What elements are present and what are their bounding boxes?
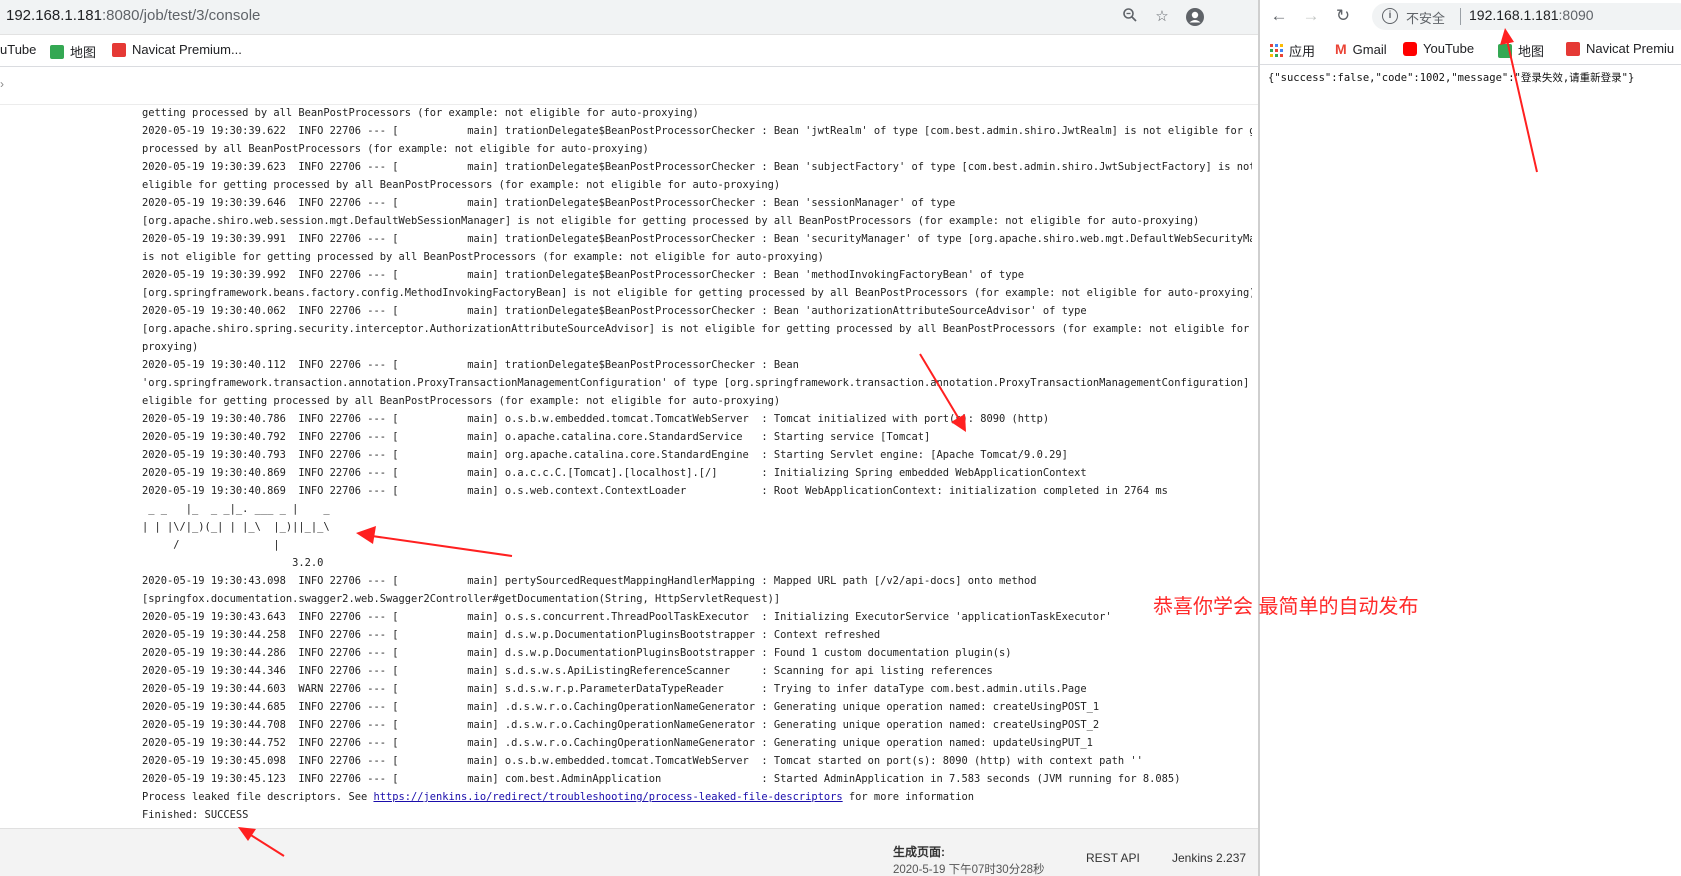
console-line: 2020-05-19 19:30:44.346 INFO 22706 --- […	[142, 665, 993, 677]
rest-api-link[interactable]: REST API	[1086, 851, 1140, 865]
console-line: 3.2.0	[142, 557, 324, 569]
console-line: 2020-05-19 19:30:40.793 INFO 22706 --- […	[142, 449, 1068, 461]
console-line: 2020-05-19 19:30:40.112 INFO 22706 --- […	[142, 359, 799, 371]
console-line: _ _ |_ _ _|_. ___ _ | _	[142, 503, 330, 515]
bookmark-gmail[interactable]: M Gmail	[1335, 41, 1387, 57]
console-line: | | |\/|_)(_| | |_\ |_)||_|_\	[142, 521, 330, 533]
console-line: / |	[142, 539, 280, 551]
console-line: [org.apache.shiro.web.session.mgt.Defaul…	[142, 215, 1200, 227]
bookmark-label: 应用	[1289, 44, 1316, 59]
star-icon[interactable]: ☆	[1152, 7, 1172, 27]
console-line: 2020-05-19 19:30:44.258 INFO 22706 --- […	[142, 629, 881, 641]
jenkins-version-link[interactable]: Jenkins 2.237	[1172, 851, 1246, 865]
console-line: eligible for getting processed by all Be…	[142, 395, 781, 407]
bookmark-label: 地图	[1518, 44, 1545, 59]
console-line: [org.springframework.beans.factory.confi…	[142, 287, 1252, 299]
reload-icon[interactable]: ↻	[1332, 5, 1354, 27]
console-line: [org.apache.shiro.spring.security.interc…	[142, 323, 1252, 335]
console-line: proxying)	[142, 341, 199, 353]
console-line: eligible for getting processed by all Be…	[142, 179, 781, 191]
console-line: 2020-05-19 19:30:44.603 WARN 22706 --- […	[142, 683, 1087, 695]
apps-grid-icon	[1270, 44, 1283, 57]
console-line: 2020-05-19 19:30:44.286 INFO 22706 --- […	[142, 647, 1012, 659]
youtube-icon	[1403, 41, 1417, 56]
maps-icon	[50, 44, 64, 59]
omnibox-separator	[1460, 8, 1461, 25]
console-line: is not eligible for getting processed by…	[142, 251, 824, 263]
console-line: getting processed by all BeanPostProcess…	[142, 107, 699, 119]
console-line: 2020-05-19 19:30:40.792 INFO 22706 --- […	[142, 431, 931, 443]
left-address-bar[interactable]: 192.168.1.181:8080/job/test/3/console ☆	[0, 0, 1258, 35]
insecure-label: 不安全	[1406, 11, 1446, 26]
jenkins-footer: 生成页面: 2020-5-19 下午07时30分28秒 REST API Jen…	[0, 828, 1258, 876]
console-line: 2020-05-19 19:30:40.786 INFO 22706 --- […	[142, 413, 1050, 425]
left-url-host: 192.168.1.181	[6, 7, 102, 24]
leaked-descriptors-link[interactable]: https://jenkins.io/redirect/troubleshoot…	[373, 791, 842, 803]
bookmark-maps[interactable]: 地图	[1498, 41, 1544, 60]
console-line: 2020-05-19 19:30:39.646 INFO 22706 --- […	[142, 197, 956, 209]
console-line: 2020-05-19 19:30:45.098 INFO 22706 --- […	[142, 755, 1143, 767]
forward-icon[interactable]: →	[1300, 5, 1322, 27]
caption-text: 恭喜你学会 最简单的自动发布	[1153, 596, 1419, 618]
generated-label: 生成页面:	[893, 845, 945, 859]
bookmark-youtube[interactable]: YouTube	[1403, 41, 1474, 56]
console-line: 'org.springframework.transaction.annotat…	[142, 377, 1252, 389]
side-panel-toggle-icon[interactable]: ›	[0, 77, 4, 91]
left-url-path: :8080/job/test/3/console	[101, 7, 261, 24]
bookmark-label: Navicat Premiu	[1586, 41, 1675, 56]
bookmark-label: 地图	[70, 45, 97, 60]
profile-icon[interactable]	[1185, 7, 1205, 27]
bookmark-label: Gmail	[1352, 41, 1387, 57]
generated-date: 2020-5-19 下午07时30分28秒	[893, 864, 1045, 876]
json-response: {"success":false,"code":1002,"message":"…	[1268, 72, 1635, 84]
navicat-icon	[112, 42, 126, 57]
bookmark-youtube[interactable]: uTube	[0, 42, 36, 57]
console-line: 2020-05-19 19:30:43.098 INFO 22706 --- […	[142, 575, 1037, 587]
right-url-text[interactable]: 192.168.1.181:8090	[1469, 7, 1594, 23]
left-browser-window: 192.168.1.181:8080/job/test/3/console ☆ …	[0, 0, 1258, 876]
right-url-host: 192.168.1.181	[1469, 7, 1559, 23]
back-icon[interactable]: ←	[1268, 5, 1290, 27]
bookmark-navicat[interactable]: Navicat Premium...	[112, 42, 242, 57]
console-line: 2020-05-19 19:30:39.623 INFO 22706 --- […	[142, 161, 1252, 173]
console-line: 2020-05-19 19:30:39.992 INFO 22706 --- […	[142, 269, 1025, 281]
console-line: 2020-05-19 19:30:39.622 INFO 22706 --- […	[142, 125, 1252, 137]
console-line: 2020-05-19 19:30:45.123 INFO 22706 --- […	[142, 773, 1181, 785]
bookmark-navicat[interactable]: Navicat Premiu	[1566, 41, 1674, 56]
zoom-icon[interactable]	[1120, 7, 1140, 27]
bookmark-label: YouTube	[1423, 41, 1475, 56]
right-url-port: :8090	[1558, 7, 1594, 23]
console-line: 2020-05-19 19:30:44.685 INFO 22706 --- […	[142, 701, 1100, 713]
console-line: 2020-05-19 19:30:43.643 INFO 22706 --- […	[142, 611, 1112, 623]
console-line: 2020-05-19 19:30:39.991 INFO 22706 --- […	[142, 233, 1252, 245]
info-icon[interactable]: i	[1382, 8, 1398, 24]
right-browser-window: ← → ↻ i 不安全 192.168.1.181:8090 应用 M Gmail…	[1258, 0, 1681, 876]
right-address-bar[interactable]: i 不安全 192.168.1.181:8090	[1372, 3, 1681, 30]
console-line: 2020-05-19 19:30:40.869 INFO 22706 --- […	[142, 467, 1087, 479]
console-output: getting processed by all BeanPostProcess…	[142, 104, 1252, 824]
bookmark-label: uTube	[0, 42, 37, 57]
finished-status-line: Finished: SUCCESS	[142, 809, 249, 821]
right-bookmarks-bar: 应用 M Gmail YouTube 地图 Navicat Premiu	[1260, 34, 1681, 65]
leaked-suffix: for more information	[842, 791, 975, 803]
console-line: [springfox.documentation.swagger2.web.Sw…	[142, 593, 781, 605]
jenkins-header-strip: ›	[0, 67, 1258, 105]
bookmark-label: Navicat Premium...	[132, 42, 242, 57]
console-line: 2020-05-19 19:30:44.708 INFO 22706 --- […	[142, 719, 1100, 731]
maps-icon	[1498, 43, 1512, 58]
console-line: 2020-05-19 19:30:44.752 INFO 22706 --- […	[142, 737, 1093, 749]
left-url-text[interactable]: 192.168.1.181:8080/job/test/3/console	[6, 7, 260, 24]
right-toolbar: ← → ↻ i 不安全 192.168.1.181:8090	[1260, 0, 1681, 34]
left-bookmarks-bar: uTube 地图 Navicat Premium...	[0, 35, 1258, 67]
navicat-icon	[1566, 41, 1580, 56]
leaked-descriptors-line: Process leaked file descriptors. See htt…	[142, 788, 1252, 806]
bookmark-maps[interactable]: 地图	[50, 42, 96, 61]
console-line: processed by all BeanPostProcessors (for…	[142, 143, 649, 155]
gmail-icon: M	[1335, 41, 1347, 57]
leaked-prefix: Process leaked file descriptors. See	[142, 791, 374, 803]
bookmark-apps[interactable]: 应用	[1270, 41, 1315, 60]
console-line: 2020-05-19 19:30:40.062 INFO 22706 --- […	[142, 305, 1087, 317]
console-line: 2020-05-19 19:30:40.869 INFO 22706 --- […	[142, 485, 1168, 497]
